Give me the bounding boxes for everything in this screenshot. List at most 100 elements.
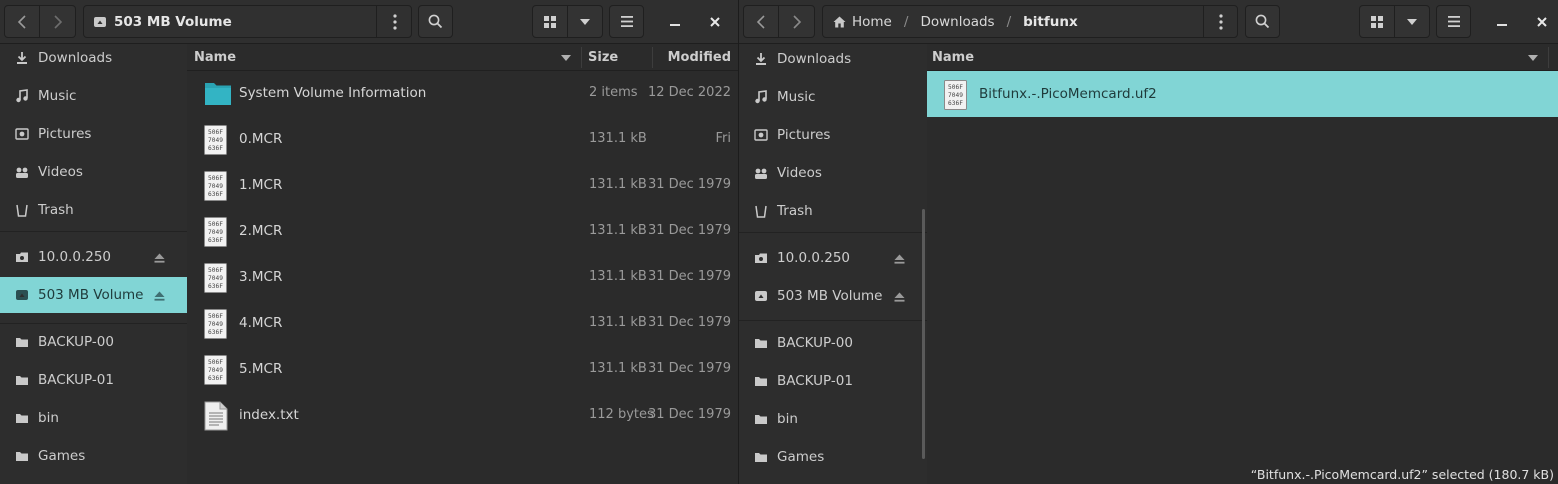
sidebar-item-label: 503 MB Volume (777, 288, 883, 304)
sidebar-item-music[interactable]: Music (739, 79, 927, 115)
minimize-button[interactable] (660, 5, 690, 38)
name-column-header[interactable]: Name (932, 44, 974, 71)
home-icon (833, 16, 846, 27)
sidebar-item-pictures[interactable]: Pictures (0, 116, 187, 152)
file-row[interactable]: index.txt 112 bytes 31 Dec 1979 (187, 392, 738, 438)
main-menu-button[interactable] (1436, 5, 1471, 38)
main-menu-button[interactable] (609, 5, 644, 38)
view-mode-button[interactable] (532, 5, 568, 38)
breadcrumb-home[interactable]: Home (833, 14, 892, 30)
forward-button[interactable] (40, 5, 76, 38)
name-column-header[interactable]: Name (194, 44, 236, 71)
back-button[interactable] (4, 5, 40, 38)
column-headers: Name (927, 44, 1558, 71)
sidebar-item-label: BACKUP-01 (777, 373, 853, 389)
sidebar-item-label: BACKUP-00 (777, 335, 853, 351)
hamburger-menu-icon (1447, 16, 1460, 27)
sidebar-item-label: Videos (38, 164, 83, 180)
breadcrumb[interactable]: Home / Downloads / bitfunx (822, 5, 1238, 38)
sidebar-item-bin[interactable]: bin (739, 401, 927, 437)
eject-icon[interactable] (154, 289, 165, 305)
sidebar-item-10-0-0-250[interactable]: 10.0.0.250 (739, 240, 927, 276)
view-options-button[interactable] (1395, 5, 1430, 38)
left-headerbar: 503 MB Volume (0, 0, 738, 44)
sidebar-item-games[interactable]: Games (0, 438, 187, 474)
file-name: 1.MCR (239, 177, 283, 193)
videos-icon (754, 166, 768, 180)
sidebar-scrollbar[interactable] (922, 209, 925, 459)
file-row[interactable]: 506F 7049 636F 3.MCR 131.1 kB 31 Dec 197… (187, 254, 738, 300)
binary-file-icon: 506F 7049 636F (204, 263, 227, 297)
sidebar-item-games[interactable]: Games (739, 439, 927, 475)
file-row[interactable]: 506F 7049 636F 4.MCR 131.1 kB 31 Dec 197… (187, 300, 738, 346)
location-menu-button[interactable] (1204, 6, 1238, 37)
sidebar-item-bin[interactable]: bin (0, 400, 187, 436)
sidebar-item-videos[interactable]: Videos (739, 155, 927, 191)
sidebar-item-backup-00[interactable]: BACKUP-00 (739, 325, 927, 361)
sidebar-item-backup-01[interactable]: BACKUP-01 (0, 362, 187, 398)
right-sidebar: Downloads Music Pictures Videos Trash 10… (739, 44, 927, 484)
sidebar-item-backup-01[interactable]: BACKUP-01 (739, 363, 927, 399)
sidebar-item-label: bin (777, 411, 798, 427)
search-icon (428, 14, 443, 29)
minimize-icon (1497, 23, 1507, 26)
breadcrumb-current[interactable]: bitfunx (1023, 14, 1078, 30)
svg-text:636F: 636F (208, 191, 223, 198)
sidebar-item-label: Videos (777, 165, 822, 181)
location-menu-button[interactable] (377, 6, 412, 37)
file-row[interactable]: 506F 7049 636F 2.MCR 131.1 kB 31 Dec 197… (187, 208, 738, 254)
eject-icon[interactable] (894, 290, 905, 306)
file-row[interactable]: System Volume Information 2 items 12 Dec… (187, 70, 738, 116)
search-button[interactable] (1245, 5, 1280, 38)
modified-column-header[interactable]: Modified (668, 44, 731, 71)
sidebar-item-trash[interactable]: Trash (0, 192, 187, 228)
view-mode-button[interactable] (1359, 5, 1395, 38)
sidebar-item-10-0-0-250[interactable]: 10.0.0.250 (0, 239, 187, 275)
folder-icon (15, 449, 29, 463)
hamburger-menu-icon (620, 16, 633, 27)
sidebar-item-503-mb-volume[interactable]: 503 MB Volume (0, 277, 187, 313)
sidebar-item-downloads[interactable]: Downloads (0, 40, 187, 76)
file-size: 131.1 kB (589, 223, 647, 238)
right-file-list: Name 506F 7049 636F Bitfunx.-.PicoMemcar… (927, 44, 1558, 484)
file-row[interactable]: 506F 7049 636F 0.MCR 131.1 kB Fri (187, 116, 738, 162)
search-button[interactable] (418, 5, 453, 38)
eject-icon[interactable] (154, 251, 165, 267)
size-column-header[interactable]: Size (588, 44, 618, 71)
binary-file-icon: 506F 7049 636F (204, 309, 227, 343)
breadcrumb-downloads[interactable]: Downloads (920, 14, 994, 30)
sidebar-item-label: Pictures (777, 127, 831, 143)
svg-text:636F: 636F (208, 237, 223, 244)
binary-file-icon: 506F 7049 636F (204, 355, 227, 389)
minimize-button[interactable] (1487, 5, 1517, 38)
file-name: index.txt (239, 407, 299, 423)
file-modified: 31 Dec 1979 (647, 361, 731, 376)
breadcrumb-home-label: Home (852, 13, 892, 30)
sidebar-item-videos[interactable]: Videos (0, 154, 187, 190)
sidebar-item-music[interactable]: Music (0, 78, 187, 114)
sidebar-item-trash[interactable]: Trash (739, 193, 927, 229)
file-row[interactable]: 506F 7049 636F 5.MCR 131.1 kB 31 Dec 197… (187, 346, 738, 392)
forward-button[interactable] (779, 5, 815, 38)
sidebar-item-503-mb-volume[interactable]: 503 MB Volume (739, 278, 927, 314)
view-options-button[interactable] (568, 5, 603, 38)
pictures-icon (15, 127, 29, 141)
file-modified: 31 Dec 1979 (647, 269, 731, 284)
back-button[interactable] (743, 5, 779, 38)
file-row[interactable]: 506F 7049 636F 1.MCR 131.1 kB 31 Dec 197… (187, 162, 738, 208)
file-row[interactable]: 506F 7049 636F Bitfunx.-.PicoMemcard.uf2 (927, 71, 1558, 117)
drive-icon (754, 289, 768, 303)
trash-icon (754, 204, 768, 218)
sidebar-item-label: Trash (38, 202, 74, 218)
sidebar-item-label: 10.0.0.250 (38, 249, 111, 265)
sidebar-item-label: 10.0.0.250 (777, 250, 850, 266)
location-bar[interactable]: 503 MB Volume (83, 5, 412, 38)
close-button[interactable] (700, 5, 730, 38)
sidebar-item-downloads[interactable]: Downloads (739, 41, 927, 77)
sidebar-item-pictures[interactable]: Pictures (739, 117, 927, 153)
file-modified: 31 Dec 1979 (647, 223, 731, 238)
close-button[interactable] (1527, 5, 1557, 38)
sidebar-item-backup-00[interactable]: BACKUP-00 (0, 324, 187, 360)
eject-icon[interactable] (894, 252, 905, 268)
svg-text:7049: 7049 (208, 183, 223, 190)
